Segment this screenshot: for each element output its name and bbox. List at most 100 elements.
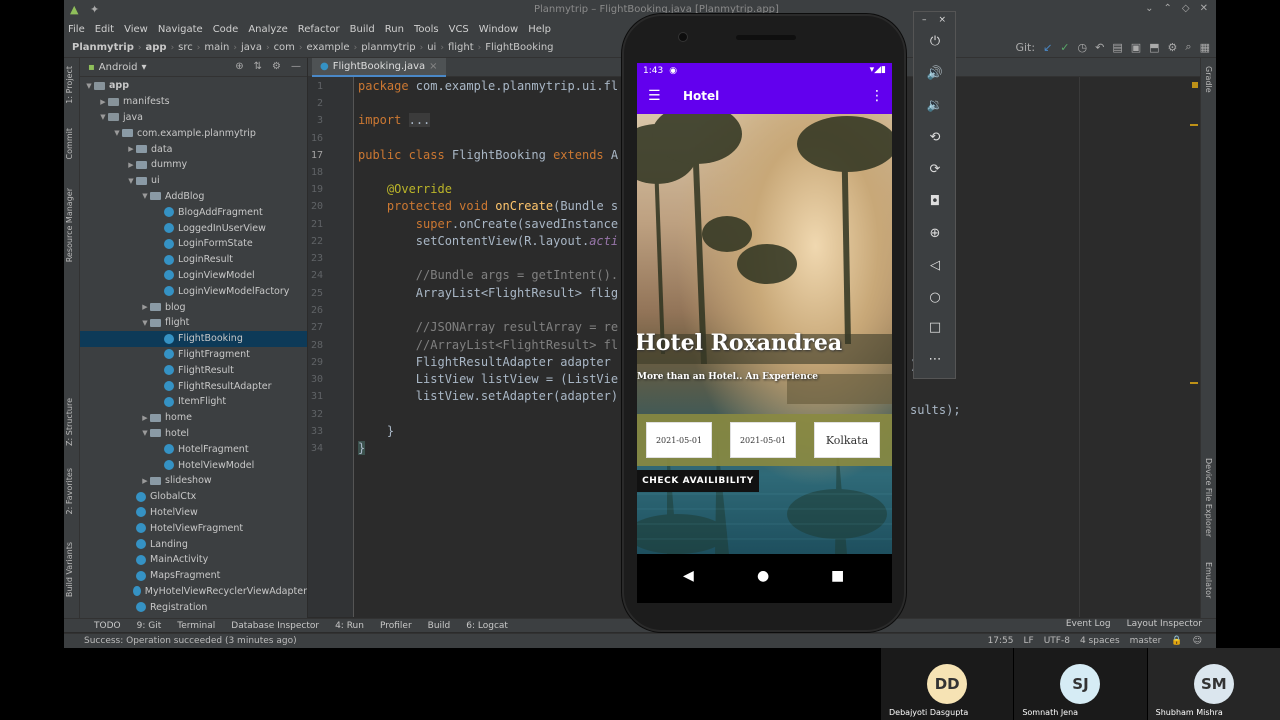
layout-inspector-button[interactable]: Layout Inspector (1127, 619, 1202, 629)
breadcrumb-item[interactable]: app (145, 42, 166, 53)
tree-item[interactable]: LoginResult (80, 252, 307, 268)
checkin-date-field[interactable]: 2021-05-01 (646, 422, 712, 458)
tree-item[interactable]: BlogAddFragment (80, 204, 307, 220)
tree-item[interactable]: ▼ com.example.planmytrip (80, 125, 307, 141)
checkout-date-field[interactable]: 2021-05-01 (730, 422, 796, 458)
menu-navigate[interactable]: Navigate (158, 24, 203, 35)
tree-item[interactable]: ▶ manifests (80, 94, 307, 110)
participant-tile[interactable]: DD Debajyoti Dasgupta (880, 648, 1014, 720)
expand-arrow-icon[interactable]: ▼ (140, 319, 150, 327)
expand-arrow-icon[interactable]: ▼ (98, 113, 108, 121)
tab-emulator[interactable]: Emulator (1204, 562, 1213, 598)
expand-arrow-icon[interactable]: ▶ (140, 303, 150, 311)
tree-item[interactable]: ▼ flight (80, 315, 307, 331)
volume-down-icon[interactable]: 🔉 (926, 98, 944, 116)
expand-arrow-icon[interactable]: ▶ (98, 98, 108, 106)
tab-structure[interactable]: Z: Structure (65, 398, 74, 446)
indent-setting[interactable]: 4 spaces (1080, 636, 1120, 646)
rollback-icon[interactable]: ↶ (1095, 41, 1104, 54)
breadcrumb-item[interactable]: main (204, 42, 229, 53)
git-update-icon[interactable]: ↙ (1043, 41, 1052, 54)
rotate-right-icon[interactable]: ⟳ (926, 162, 944, 180)
event-log-button[interactable]: Event Log (1066, 619, 1111, 629)
tree-item[interactable]: ▶ home (80, 410, 307, 426)
folder-icon[interactable]: ▤ (1112, 41, 1122, 54)
expand-arrow-icon[interactable]: ▶ (126, 161, 136, 169)
git-branch[interactable]: master (1130, 636, 1162, 646)
gear-icon[interactable]: ⚙ (272, 61, 281, 72)
breadcrumb-item[interactable]: planmytrip (361, 42, 415, 53)
menu-tools[interactable]: Tools (414, 24, 439, 35)
git-commit-icon[interactable]: ✓ (1060, 41, 1069, 54)
ide-logo-icon[interactable]: ▦ (1200, 41, 1210, 54)
tree-item[interactable]: HotelViewFragment (80, 520, 307, 536)
restore-icon[interactable]: ◇ (1182, 3, 1190, 14)
warning-marker[interactable] (1190, 124, 1198, 126)
power-icon[interactable]: ⏻ (926, 34, 944, 52)
tab-gradle[interactable]: Gradle (1204, 66, 1213, 93)
more-icon[interactable]: ⋯ (926, 352, 944, 370)
tool-window-6-logcat[interactable]: 6: Logcat (466, 621, 508, 631)
tree-item[interactable]: ▶ slideshow (80, 473, 307, 489)
menu-file[interactable]: File (68, 24, 85, 35)
tree-item[interactable]: FlightFragment (80, 347, 307, 363)
overflow-menu-icon[interactable]: ⋮ (870, 88, 884, 104)
tree-item[interactable]: HotelView (80, 505, 307, 521)
recents-icon[interactable]: ■ (831, 568, 844, 584)
tree-item[interactable]: ▼ AddBlog (80, 189, 307, 205)
device-screen[interactable]: 1:43 ◉ ▾◢▮ ☰ Hotel ⋮ Hotel Roxandrea Mor… (637, 63, 892, 603)
rotate-left-icon[interactable]: ⟲ (926, 130, 944, 148)
tree-item[interactable]: MainActivity (80, 552, 307, 568)
menu-view[interactable]: View (124, 24, 148, 35)
tree-item[interactable]: LoginViewModelFactory (80, 283, 307, 299)
tree-item[interactable]: MapsFragment (80, 568, 307, 584)
chevron-down-icon[interactable]: ▾ (141, 62, 146, 73)
menu-refactor[interactable]: Refactor (298, 24, 340, 35)
hamburger-menu-icon[interactable]: ☰ (648, 88, 661, 104)
tree-item[interactable]: FlightBooking (80, 330, 307, 347)
city-field[interactable]: Kolkata (814, 422, 880, 458)
volume-up-icon[interactable]: 🔊 (926, 66, 944, 84)
check-availability-button[interactable]: CHECK AVAILIBILITY (637, 470, 759, 492)
close-icon[interactable]: × (429, 61, 437, 72)
expand-arrow-icon[interactable]: ▼ (140, 192, 150, 200)
expand-arrow-icon[interactable]: ▶ (140, 477, 150, 485)
tool-window-4-run[interactable]: 4: Run (335, 621, 364, 631)
menu-window[interactable]: Window (479, 24, 518, 35)
tree-item[interactable]: ▼ java (80, 110, 307, 126)
tree-item[interactable]: HotelFragment (80, 441, 307, 457)
menu-help[interactable]: Help (528, 24, 551, 35)
tool-window-terminal[interactable]: Terminal (177, 621, 215, 631)
tool-window-profiler[interactable]: Profiler (380, 621, 412, 631)
tree-item[interactable]: ▼ app (80, 78, 307, 94)
smile-icon[interactable]: ☺ (1193, 636, 1202, 646)
expand-arrow-icon[interactable]: ▶ (126, 145, 136, 153)
breadcrumb-item[interactable]: java (241, 42, 262, 53)
line-separator[interactable]: LF (1024, 636, 1034, 646)
close-icon[interactable]: ✕ (1200, 3, 1208, 14)
expand-arrow-icon[interactable]: ▶ (140, 414, 150, 422)
minimize-icon[interactable]: – (922, 15, 927, 25)
expand-arrow-icon[interactable]: ▼ (140, 429, 150, 437)
tree-item[interactable]: FlightResult (80, 362, 307, 378)
tree-item[interactable]: LoginViewModel (80, 268, 307, 284)
locate-icon[interactable]: ⊕ (235, 61, 243, 72)
expand-arrow-icon[interactable]: ▼ (126, 177, 136, 185)
lock-icon[interactable]: 🔒 (1171, 636, 1182, 646)
settings-icon[interactable]: ⚙ (1168, 41, 1178, 54)
participant-tile[interactable]: SJ Somnath Jena (1013, 648, 1147, 720)
collapse-icon[interactable]: ⇅ (254, 61, 262, 72)
breadcrumb-item[interactable]: FlightBooking (485, 42, 553, 53)
menu-vcs[interactable]: VCS (449, 24, 469, 35)
menu-analyze[interactable]: Analyze (248, 24, 287, 35)
tab-commit[interactable]: Commit (65, 128, 74, 159)
sdk-icon[interactable]: ⬒ (1149, 41, 1159, 54)
participant-tile[interactable]: SM Shubham Mishra (1146, 648, 1280, 720)
menu-run[interactable]: Run (385, 24, 404, 35)
tree-item[interactable]: Registration (80, 599, 307, 615)
tab-resource-manager[interactable]: Resource Manager (65, 188, 74, 262)
analysis-indicator[interactable] (1192, 82, 1198, 88)
tool-window-database-inspector[interactable]: Database Inspector (231, 621, 319, 631)
breadcrumb-item[interactable]: ui (427, 42, 436, 53)
tool-window-build[interactable]: Build (428, 621, 451, 631)
